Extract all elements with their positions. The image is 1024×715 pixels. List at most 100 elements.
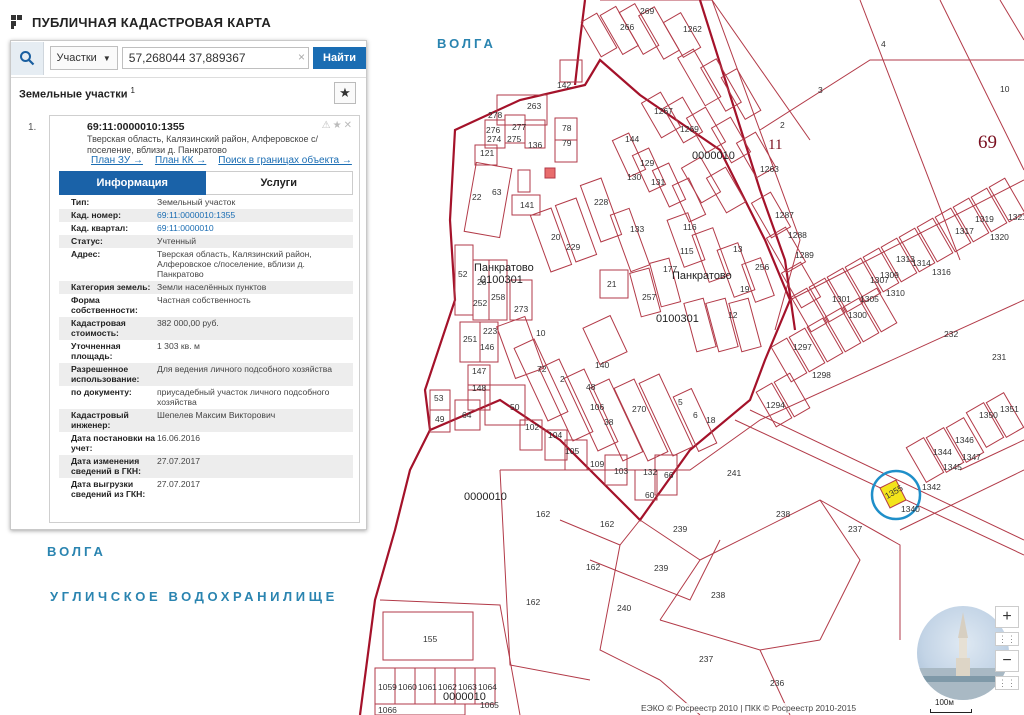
svg-text:162: 162	[586, 562, 600, 572]
svg-text:38: 38	[604, 417, 614, 427]
property-key: Адрес:	[71, 249, 101, 259]
region-number: 69	[978, 132, 997, 153]
result-links: План ЗУ → План КК → Поиск в границах объ…	[91, 155, 352, 166]
svg-text:1321: 1321	[1008, 212, 1024, 222]
property-value: Шепелев Максим Викторович	[157, 410, 276, 420]
property-key: Уточненная площадь:	[71, 341, 121, 361]
svg-text:273: 273	[514, 304, 528, 314]
tab-info[interactable]: Информация	[59, 171, 206, 195]
svg-text:140: 140	[595, 360, 609, 370]
svg-text:50: 50	[510, 402, 520, 412]
svg-text:256: 256	[755, 262, 769, 272]
svg-text:130: 130	[627, 172, 641, 182]
property-value: 27.07.2017	[157, 456, 201, 466]
property-key: Категория земель:	[71, 282, 151, 292]
svg-text:2: 2	[560, 374, 565, 384]
favorite-star-icon[interactable]: ★	[334, 82, 356, 104]
warning-icon[interactable]: ⚠	[322, 120, 333, 131]
svg-text:238: 238	[776, 509, 790, 519]
svg-text:1342: 1342	[922, 482, 941, 492]
quarter-label: 0100301	[656, 313, 699, 325]
svg-text:106: 106	[590, 402, 604, 412]
results-title: Земельные участки 1	[19, 86, 135, 101]
zoom-dots-icon: ⋮⋮	[995, 632, 1019, 646]
svg-text:78: 78	[562, 123, 572, 133]
svg-text:1345: 1345	[943, 462, 962, 472]
zoom-in-button[interactable]: +	[995, 606, 1019, 628]
property-value: 16.06.2016	[157, 433, 201, 443]
svg-text:4: 4	[881, 39, 886, 49]
svg-text:1346: 1346	[955, 435, 974, 445]
property-row: Тип: Земельный участок	[59, 196, 353, 209]
svg-text:66: 66	[664, 470, 674, 480]
svg-text:1267: 1267	[654, 106, 673, 116]
link-plan-kk[interactable]: План КК →	[155, 155, 206, 166]
chevron-down-icon: ▼	[102, 53, 111, 63]
svg-text:144: 144	[625, 134, 639, 144]
svg-text:148: 148	[472, 383, 486, 393]
result-cadastral-number[interactable]: 69:11:0000010:1355	[87, 121, 185, 133]
zoom-dots-icon: ⋮⋮	[995, 676, 1019, 690]
svg-text:236: 236	[770, 678, 784, 688]
svg-text:1297: 1297	[793, 342, 812, 352]
svg-text:133: 133	[630, 224, 644, 234]
search-type-select[interactable]: Участки ▼	[49, 46, 118, 70]
link-plan-zu[interactable]: План ЗУ →	[91, 155, 143, 166]
star-icon[interactable]: ★	[333, 120, 344, 131]
svg-text:49: 49	[435, 414, 445, 424]
svg-text:1298: 1298	[812, 370, 831, 380]
svg-text:274: 274	[487, 134, 501, 144]
property-row: Разрешенное использование: Для ведения ли…	[59, 363, 353, 386]
property-key: Дата выгрузки сведений из ГКН:	[71, 479, 146, 499]
village-label: Панкратово	[672, 270, 732, 282]
tab-services[interactable]: Услуги	[205, 171, 353, 195]
search-input[interactable]	[121, 47, 310, 69]
property-value: 27.07.2017	[157, 479, 201, 489]
property-row: Форма собственности: Частная собственност…	[59, 294, 353, 317]
svg-text:105: 105	[565, 446, 579, 456]
svg-text:1061: 1061	[418, 682, 437, 692]
svg-text:1066: 1066	[378, 705, 397, 715]
close-icon[interactable]: ✕	[344, 120, 354, 131]
find-button[interactable]: Найти	[313, 47, 366, 69]
property-key: Статус:	[71, 236, 103, 246]
property-key: Разрешенное использование:	[71, 364, 140, 384]
property-key: Дата постановки на учет:	[71, 433, 156, 453]
property-value[interactable]: 69:11:0000010:1355	[157, 210, 353, 220]
svg-text:1317: 1317	[955, 226, 974, 236]
svg-text:60: 60	[645, 490, 655, 500]
svg-text:1347: 1347	[962, 452, 981, 462]
property-value: Частная собственность	[157, 295, 251, 305]
svg-text:131: 131	[651, 177, 665, 187]
search-icon[interactable]	[11, 41, 44, 75]
property-row: Категория земель: Земли населённых пункто…	[59, 281, 353, 294]
svg-text:72: 72	[537, 364, 547, 374]
svg-text:13: 13	[733, 244, 743, 254]
svg-text:155: 155	[423, 634, 437, 644]
svg-text:104: 104	[548, 430, 562, 440]
svg-text:270: 270	[632, 404, 646, 414]
svg-text:129: 129	[640, 158, 654, 168]
svg-text:232: 232	[944, 329, 958, 339]
svg-text:229: 229	[566, 242, 580, 252]
svg-text:1059: 1059	[378, 682, 397, 692]
properties-table: Тип: Земельный участок Кад. номер: 69:11:00…	[59, 196, 353, 501]
result-index: 1.	[28, 122, 37, 133]
quarter-label: 0000010	[464, 491, 507, 503]
property-value[interactable]: 69:11:0000010	[157, 223, 353, 233]
svg-text:1305: 1305	[860, 294, 879, 304]
zoom-controls: + ⋮⋮ − ⋮⋮	[995, 606, 1019, 694]
svg-text:132: 132	[643, 467, 657, 477]
svg-text:12: 12	[728, 310, 738, 320]
svg-text:257: 257	[642, 292, 656, 302]
svg-text:1060: 1060	[398, 682, 417, 692]
zoom-out-button[interactable]: −	[995, 650, 1019, 672]
svg-text:64: 64	[462, 410, 472, 420]
svg-text:1309: 1309	[880, 270, 899, 280]
svg-text:1062: 1062	[438, 682, 457, 692]
property-value: Учтенный	[157, 236, 197, 246]
svg-text:147: 147	[472, 366, 486, 376]
link-search-in-bounds[interactable]: Поиск в границах объекта →	[218, 155, 352, 166]
svg-text:5: 5	[678, 397, 683, 407]
clear-icon[interactable]: ×	[298, 50, 305, 64]
